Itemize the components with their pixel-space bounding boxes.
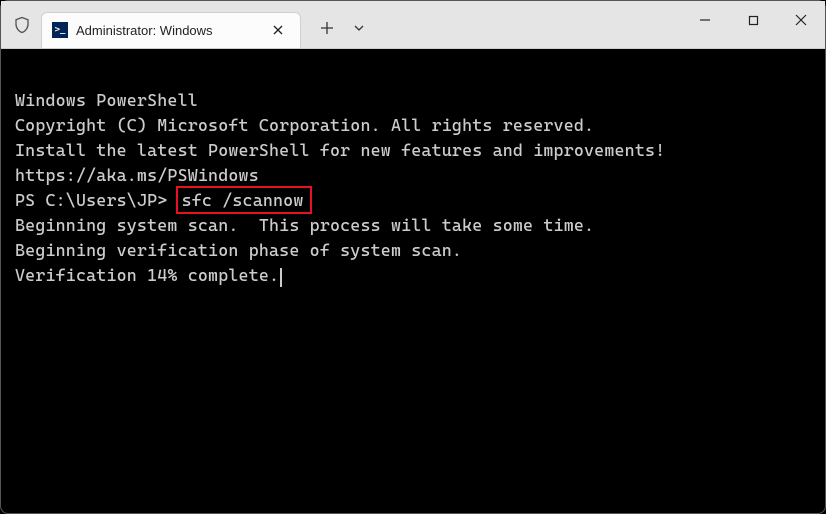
command-highlight: sfc /scannow [176, 186, 312, 214]
close-button[interactable] [777, 1, 825, 39]
output-line: Copyright (C) Microsoft Corporation. All… [15, 113, 811, 138]
tab-title: Administrator: Windows [76, 23, 260, 38]
output-line: Beginning system scan. This process will… [15, 213, 811, 238]
output-line: Beginning verification phase of system s… [15, 238, 811, 263]
cursor [280, 268, 282, 287]
output-line: Verification 14% complete. [15, 263, 811, 288]
command-line: PS C:\Users\JP> sfc /scannow [15, 188, 811, 213]
window-controls [681, 1, 825, 39]
new-tab-button[interactable] [311, 12, 343, 44]
powershell-icon: >_ [52, 22, 68, 38]
titlebar: >_ Administrator: Windows [1, 1, 825, 49]
active-tab[interactable]: >_ Administrator: Windows [41, 12, 301, 48]
tab-dropdown-button[interactable] [345, 12, 373, 44]
minimize-button[interactable] [681, 1, 729, 39]
terminal-content[interactable]: Windows PowerShellCopyright (C) Microsof… [1, 49, 825, 327]
shield-icon [13, 16, 31, 34]
prompt: PS C:\Users\JP> [15, 190, 178, 210]
tab-close-button[interactable] [268, 20, 288, 40]
output-line: Install the latest PowerShell for new fe… [15, 138, 811, 163]
maximize-button[interactable] [729, 1, 777, 39]
output-line: https://aka.ms/PSWindows [15, 163, 811, 188]
output-line: Windows PowerShell [15, 88, 811, 113]
